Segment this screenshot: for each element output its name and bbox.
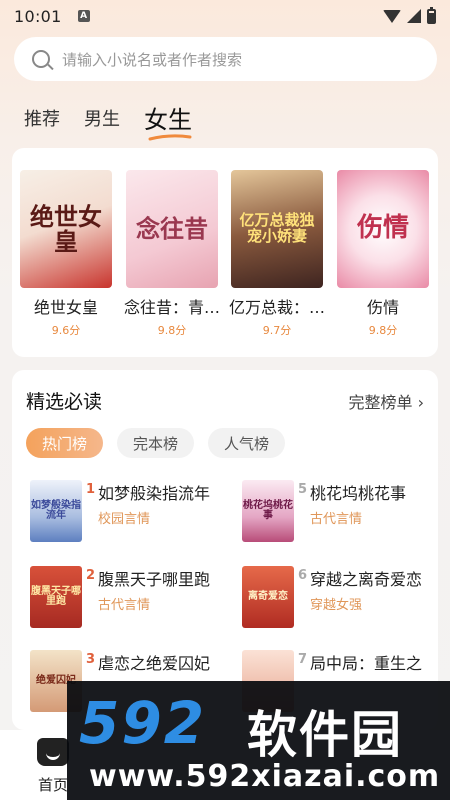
book-cover-art: 绝世女皇 [30,201,102,256]
book-cover-art: 离奇爱恋 [248,590,288,602]
book-title: 亿万总裁：… [229,298,325,317]
book-title: 绝世女皇 [33,298,98,317]
book-title: 伤情 [366,298,399,317]
rank-number: 1 [86,482,96,497]
book-cover-art: 腹黑天子哪里跑 [31,585,81,607]
book-cover: 绝世女皇 [20,170,112,288]
rank-title: 穿越之离奇爱恋 [310,570,423,589]
tab-female-label: 女生 [144,106,192,134]
ranking-item[interactable]: 如梦般染指流年 1 如梦般染指流年 校园言情 [30,480,240,544]
book-cover: 腹黑天子哪里跑 [30,566,82,628]
rank-genre: 古代言情 [310,512,363,527]
book-score: 9.6分 [51,324,81,337]
rank-genre: 古代言情 [98,598,151,613]
ranking-pills: 热门榜 完本榜 人气榜 [26,428,286,458]
rank-title: 桃花坞桃花事 [310,484,407,503]
featured-books-card: 绝世女皇 绝世女皇 9.6分 念往昔 念往昔：青… 9.8分 亿万总裁独宠小娇妻… [12,148,438,357]
book-score: 9.8分 [368,324,398,337]
rank-title: 虐恋之绝爱囚妃 [98,654,211,673]
tab-active-indicator [148,134,192,141]
status-icons [383,6,436,24]
book-score: 9.7分 [262,324,292,337]
full-ranking-link[interactable]: 完整榜单 › [349,389,425,413]
rank-number: 3 [86,652,96,667]
rank-title: 局中局：重生之 [310,654,423,673]
tab-male[interactable]: 男生 [84,106,120,134]
book-cover-art: 亿万总裁独宠小娇妻 [239,211,315,245]
category-tabs: 推荐 男生 女生 [24,94,216,141]
pill-completed[interactable]: 完本榜 [117,428,195,458]
status-time: 10:01 [14,6,62,26]
book-title: 念往昔：青… [124,298,220,317]
watermark-brand-number: 592 [79,689,207,757]
watermark: 592 软件园 www.592xiazai.com [67,681,450,800]
signal-icon [407,9,421,23]
book-cover-art: 伤情 [356,213,409,244]
search-placeholder: 请输入小说名或者作者搜索 [62,50,243,69]
section-title: 精选必读 [26,391,103,413]
status-bar: 10:01 A [0,0,450,32]
pill-popular[interactable]: 人气榜 [208,428,286,458]
book-cover-art: 念往昔 [136,214,208,244]
watermark-url: www.592xiazai.com [89,759,441,794]
ranking-item[interactable]: 桃花坞桃花事 5 桃花坞桃花事 古代言情 [242,480,450,544]
rank-title: 腹黑天子哪里跑 [98,570,211,589]
featured-book[interactable]: 亿万总裁独宠小娇妻 亿万总裁：… 9.7分 [229,170,325,338]
featured-book[interactable]: 念往昔 念往昔：青… 9.8分 [124,170,220,338]
rank-number: 7 [298,652,308,667]
book-cover: 如梦般染指流年 [30,480,82,542]
book-cover: 离奇爱恋 [242,566,294,628]
book-cover: 亿万总裁独宠小娇妻 [231,170,323,288]
book-cover-art: 如梦般染指流年 [31,499,81,521]
rank-genre: 校园言情 [98,512,151,527]
pill-hot[interactable]: 热门榜 [26,428,104,458]
home-icon [37,738,69,766]
ranking-item[interactable]: 腹黑天子哪里跑 2 腹黑天子哪里跑 古代言情 [30,566,240,630]
tab-female[interactable]: 女生 [144,106,192,141]
search-input[interactable]: 请输入小说名或者作者搜索 [14,37,437,81]
featured-book[interactable]: 伤情 伤情 9.8分 [335,170,431,338]
battery-icon [427,6,436,24]
book-score: 9.8分 [157,324,187,337]
nav-home-label: 首页 [38,776,69,794]
book-cover: 桃花坞桃花事 [242,480,294,542]
notification-icon: A [77,10,90,22]
tab-recommend[interactable]: 推荐 [24,106,60,134]
book-cover: 伤情 [337,170,429,288]
book-cover-art: 桃花坞桃花事 [243,499,293,521]
search-icon [32,50,50,68]
rank-number: 6 [298,568,308,583]
picks-card: 精选必读 完整榜单 › 热门榜 完本榜 人气榜 如梦般染指流年 1 如梦般染指流… [12,370,438,730]
wifi-icon [383,9,401,23]
book-cover: 念往昔 [126,170,218,288]
rank-title: 如梦般染指流年 [98,484,211,503]
rank-number: 2 [86,568,96,583]
rank-genre: 穿越女强 [310,598,363,613]
ranking-item[interactable]: 离奇爱恋 6 穿越之离奇爱恋 穿越女强 [242,566,450,630]
featured-book[interactable]: 绝世女皇 绝世女皇 9.6分 [18,170,114,338]
watermark-brand-name: 软件园 [247,706,403,764]
rank-number: 5 [298,482,308,497]
